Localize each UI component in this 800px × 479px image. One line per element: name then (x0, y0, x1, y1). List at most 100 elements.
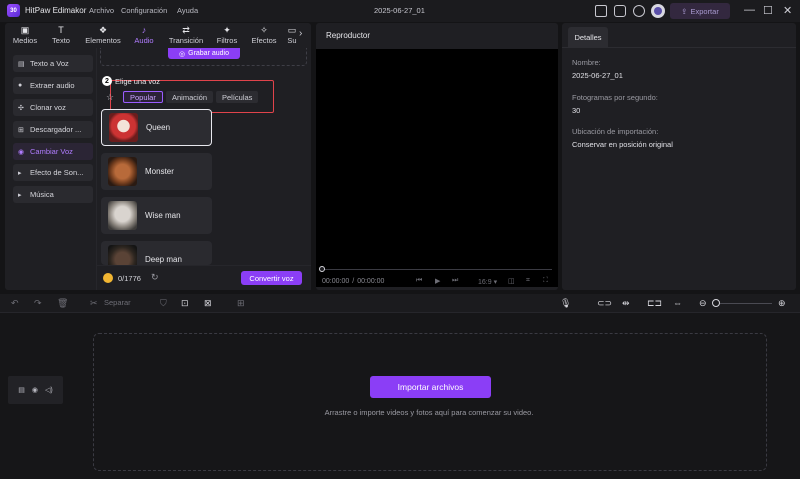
category-chip-popular[interactable]: Popular (123, 91, 163, 103)
sidebar-item-label: Cambiar Voz (30, 147, 73, 156)
elements-icon: ❖ (98, 25, 108, 35)
add-track-icon[interactable]: ⊞ (237, 298, 245, 309)
sidebar-item-cambiar-voz[interactable]: ◉ Cambiar Voz (13, 143, 93, 160)
split-label[interactable]: Separar (104, 298, 131, 307)
voice-card-wise-man[interactable]: Wise man (101, 197, 212, 234)
import-files-button[interactable]: Importar archivos (370, 376, 491, 398)
link-icon[interactable]: ⊂⊃ (597, 298, 612, 309)
sidebar-item-musica[interactable]: ▸ Música (13, 186, 93, 203)
microphone-icon[interactable]: 🎙 (560, 298, 571, 309)
record-audio-button[interactable]: ◎ Grabar audio (168, 48, 240, 59)
tab-filtros[interactable]: ✦ Filtros (212, 25, 242, 45)
fullscreen-icon[interactable]: ⛶ (543, 277, 548, 285)
avatar[interactable] (651, 4, 665, 18)
sidebar-item-extraer-audio[interactable]: ● Extraer audio (13, 77, 93, 94)
next-frame-icon[interactable]: ⏭ (452, 277, 458, 285)
star-icon[interactable]: ☆ (106, 92, 114, 103)
tab-medios[interactable]: ▣ Medios (9, 25, 41, 45)
avatar (108, 245, 137, 265)
fit-timeline-icon[interactable]: ⇔ (673, 298, 682, 308)
zoom-slider[interactable] (716, 303, 772, 304)
refresh-icon[interactable]: ↻ (151, 272, 159, 283)
drop-hint-text: Arrastre o importe videos y fotos aquí p… (324, 408, 534, 417)
shield-icon[interactable]: ⛉ (160, 298, 167, 309)
media-panel: ▣ Medios T Texto ❖ Elementos ♪ Audio ⇄ T… (5, 23, 311, 290)
delete-icon[interactable]: 🗑 (57, 298, 68, 309)
tab-efectos[interactable]: ✧ Efectos (247, 25, 281, 45)
sidebar-item-label: Descargador ... (30, 125, 82, 134)
zoom-in-icon[interactable]: ⊕ (778, 298, 786, 309)
tab-label: Medios (12, 36, 38, 45)
time-separator: / (352, 278, 355, 285)
zoom-out-icon[interactable]: ⊖ (699, 298, 707, 309)
scrubber-handle[interactable] (319, 266, 325, 272)
export-button[interactable]: ⇪ Exportar (670, 3, 730, 19)
previous-frame-icon[interactable]: ⏮ (416, 277, 422, 285)
redo-icon[interactable]: ↷ (34, 298, 42, 309)
minimize-icon[interactable]: — (744, 4, 755, 16)
aspect-ratio-select[interactable]: 16:9 ▾ (478, 278, 497, 286)
sidebar-item-label: Texto a Voz (30, 59, 69, 68)
undo-icon[interactable]: ↶ (11, 298, 19, 309)
divider (562, 47, 796, 48)
track-lock-icon[interactable]: ▤ (18, 386, 25, 394)
sidebar-item-efecto-sonido[interactable]: ▸ Efecto de Son... (13, 164, 93, 181)
tab-subtitulos[interactable]: ▭ Su (285, 25, 299, 45)
category-chip-peliculas[interactable]: Películas (216, 91, 259, 103)
sidebar-item-texto-a-voz[interactable]: ▤ Texto a Voz (13, 55, 93, 72)
app-name: HitPaw Edimakor (25, 6, 87, 15)
scissors-icon[interactable]: ✂ (90, 298, 98, 309)
crop-icon[interactable]: ⌗ (526, 277, 530, 285)
menu-archivo[interactable]: Archivo (89, 6, 114, 15)
maximize-icon[interactable]: ☐ (763, 4, 773, 17)
layout-icon[interactable] (595, 5, 607, 17)
details-panel: Detalles Nombre: 2025-06-27_01 Fotograma… (562, 23, 796, 290)
snapshot-icon[interactable]: ◫ (508, 277, 515, 285)
scrubber[interactable] (322, 269, 552, 270)
snap-icon[interactable]: ⇹ (622, 298, 630, 309)
tab-elementos[interactable]: ❖ Elementos (81, 25, 125, 45)
crop-tool-icon[interactable]: ⊠ (204, 298, 212, 309)
voice-card-monster[interactable]: Monster (101, 153, 212, 190)
name-label: Nombre: (572, 58, 601, 67)
play-icon[interactable]: ▶ (435, 277, 440, 285)
tab-detalles[interactable]: Detalles (568, 27, 608, 47)
tab-label: Efectos (251, 36, 277, 45)
menu-configuracion[interactable]: Configuración (121, 6, 167, 15)
app-logo-icon: 30 (7, 4, 20, 17)
chat-icon[interactable] (614, 5, 626, 17)
caret-right-icon: ▸ (18, 191, 22, 199)
voice-name: Monster (145, 167, 174, 176)
chevron-right-icon[interactable]: › (299, 28, 302, 39)
import-location-label: Ubicación de importación: (572, 127, 659, 136)
credits-count: 0/1776 (118, 274, 141, 283)
tab-transicion[interactable]: ⇄ Transición (165, 25, 207, 45)
freeze-frame-icon[interactable]: ⊡ (181, 298, 189, 309)
sidebar-item-clonar-voz[interactable]: ✣ Clonar voz (13, 99, 93, 116)
track-visibility-icon[interactable]: ◉ (32, 386, 38, 394)
convert-voice-button[interactable]: Convertir voz (241, 271, 302, 285)
sidebar-item-label: Efecto de Son... (30, 168, 84, 177)
fps-label: Fotogramas por segundo: (572, 93, 658, 102)
avatar (108, 201, 137, 230)
tab-audio[interactable]: ♪ Audio (129, 25, 159, 45)
choose-voice-heading: Elige una voz (115, 77, 161, 86)
voice-card-queen[interactable]: Queen (101, 109, 212, 146)
close-icon[interactable]: ✕ (783, 4, 792, 17)
tab-label: Filtros (216, 36, 238, 45)
tab-label: Su (287, 36, 297, 45)
category-chip-animacion[interactable]: Animación (166, 91, 214, 103)
download-icon[interactable] (633, 5, 645, 17)
document-icon: ▤ (18, 60, 25, 68)
sidebar-item-descargador[interactable]: ⊞ Descargador ... (13, 121, 93, 138)
time-total: 00:00:00 (357, 278, 385, 285)
voice-card-deep-man[interactable]: Deep man (101, 241, 212, 265)
menu-ayuda[interactable]: Ayuda (177, 6, 198, 15)
zoom-slider-handle[interactable] (712, 299, 720, 307)
tab-texto[interactable]: T Texto (47, 25, 75, 45)
timeline-drop-zone[interactable] (93, 333, 767, 471)
track-audio-icon[interactable]: ◁) (45, 386, 53, 394)
transition-icon: ⇄ (182, 25, 190, 35)
film-icon: ▣ (20, 25, 30, 35)
split-track-icon[interactable]: ⊏⊐ (647, 298, 662, 309)
